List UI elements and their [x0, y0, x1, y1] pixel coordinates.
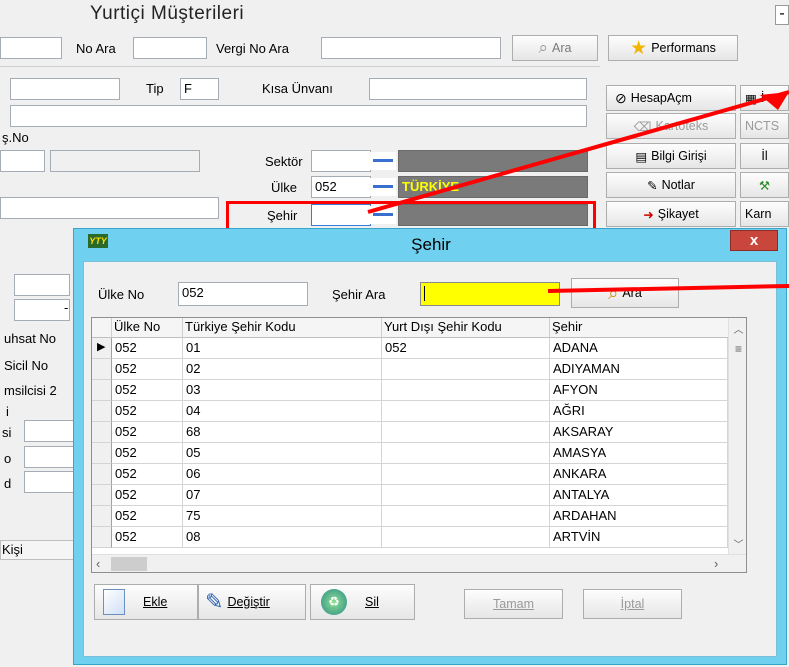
annotation-arrows [367, 90, 789, 293]
arrow-to-sehir-field [367, 90, 789, 214]
arrow-to-sehir-ara [547, 284, 789, 293]
